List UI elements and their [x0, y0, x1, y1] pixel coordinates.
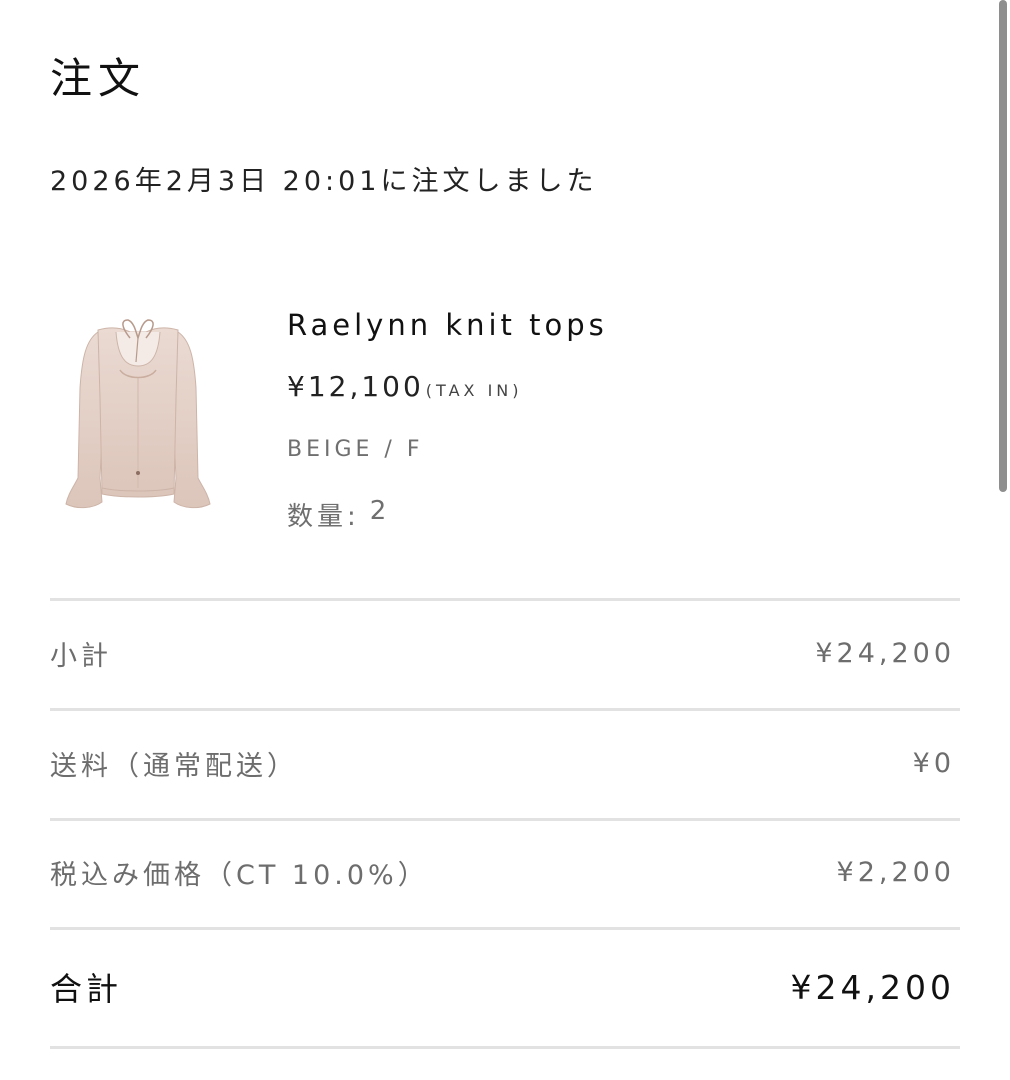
tax-label: 税込み価格（CT 10.0%）	[50, 859, 429, 891]
shipping-label: 送料（通常配送）	[50, 750, 298, 782]
shipping-row: 送料（通常配送） ¥0	[50, 743, 955, 783]
product-price-row: ¥12,100 (TAX IN)	[287, 370, 608, 403]
divider	[50, 818, 960, 821]
product-tax-note: (TAX IN)	[425, 381, 523, 400]
quantity-label: 数量:	[287, 502, 360, 532]
scrollbar[interactable]	[994, 0, 1010, 1080]
product-name[interactable]: Raelynn knit tops	[287, 311, 608, 340]
tax-row: 税込み価格（CT 10.0%） ¥2,200	[50, 852, 955, 892]
shipping-value: ¥0	[912, 747, 955, 779]
product-image[interactable]	[60, 318, 215, 518]
divider	[50, 1046, 960, 1049]
tax-value: ¥2,200	[836, 856, 955, 888]
product-info: Raelynn knit tops ¥12,100 (TAX IN) BEIGE…	[287, 305, 608, 533]
product-variant: BEIGE / F	[287, 437, 424, 462]
order-date: 2026年2月3日 20:01に注文しました	[50, 166, 598, 197]
total-value: ¥24,200	[790, 967, 955, 1007]
total-row: 合計 ¥24,200	[50, 967, 955, 1009]
subtotal-value: ¥24,200	[815, 637, 955, 669]
total-label: 合計	[50, 970, 123, 1008]
page-title: 注文	[50, 54, 147, 103]
scrollbar-thumb[interactable]	[999, 0, 1007, 492]
divider	[50, 708, 960, 711]
divider	[50, 598, 960, 601]
order-page: 注文 2026年2月3日 20:01に注文しました Raelynn knit t…	[0, 0, 1010, 1080]
divider	[50, 927, 960, 930]
subtotal-row: 小計 ¥24,200	[50, 633, 955, 673]
product-price: ¥12,100	[287, 370, 424, 403]
subtotal-label: 小計	[50, 640, 112, 672]
quantity-value: 2	[369, 496, 391, 526]
product-quantity: 数量: 2	[287, 496, 608, 533]
